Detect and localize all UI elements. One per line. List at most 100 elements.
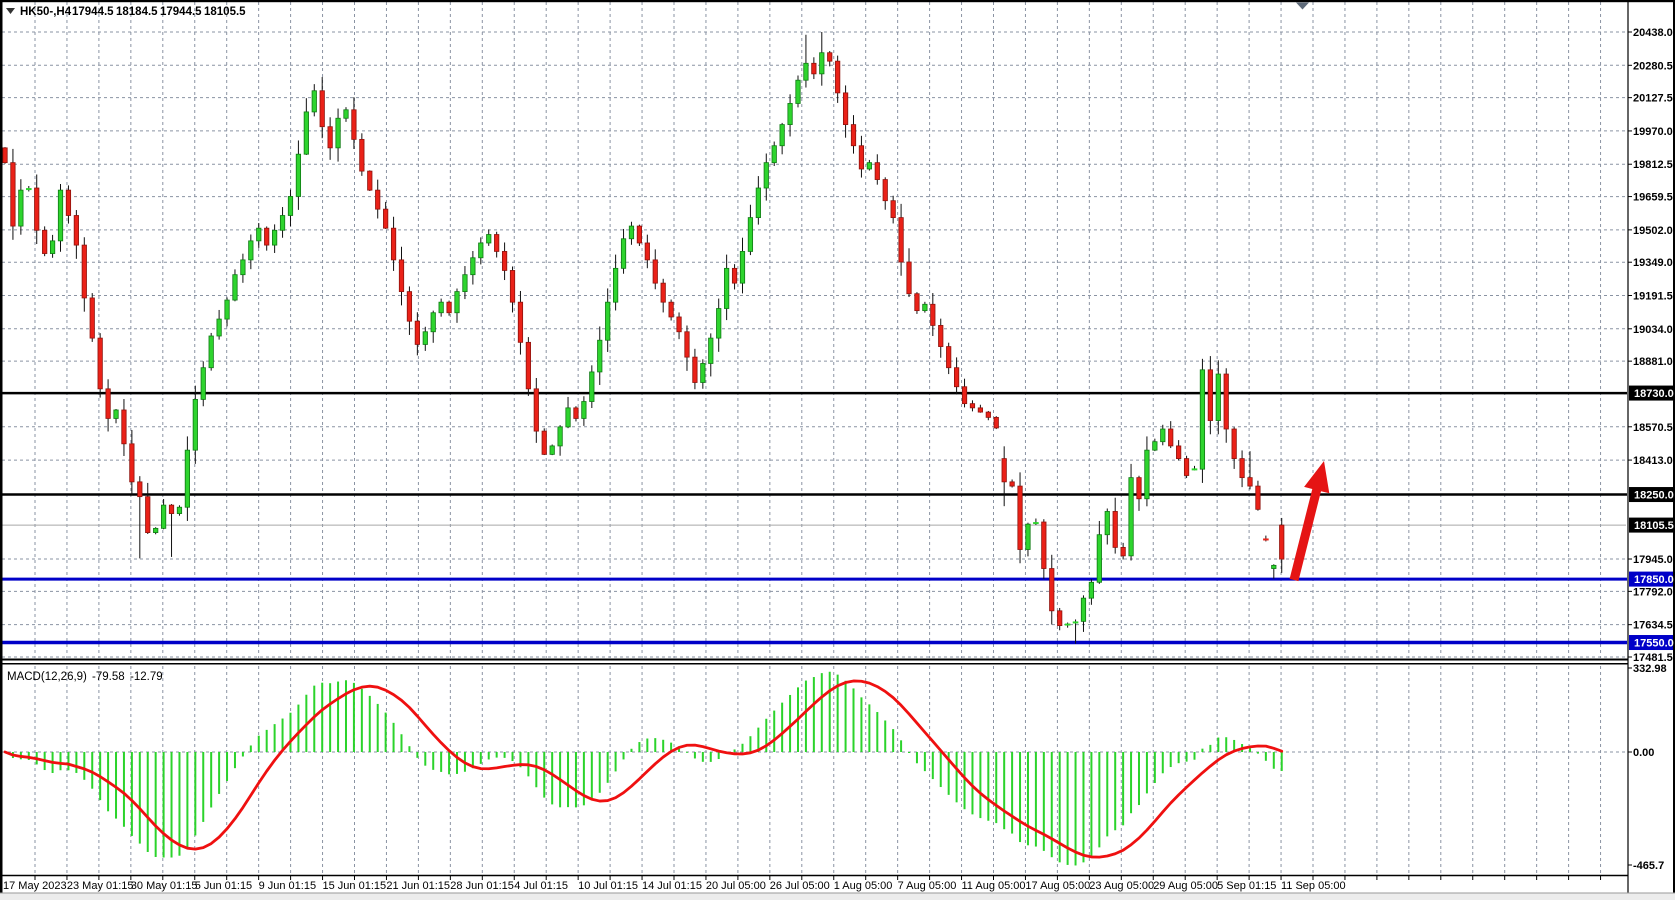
- macd-histogram-bar: [781, 703, 783, 752]
- price-axis[interactable]: 20438.020280.520127.519970.019812.519659…: [1628, 27, 1674, 865]
- macd-histogram-bar: [535, 752, 537, 787]
- candle-body: [978, 408, 982, 412]
- candle-body: [764, 163, 768, 188]
- macd-histogram-bar: [789, 695, 791, 752]
- macd-signal-line: [5, 681, 1282, 857]
- candle-body: [677, 317, 681, 332]
- candle-body: [336, 118, 340, 148]
- macd-histogram-bar: [1082, 752, 1084, 862]
- macd-histogram-bar: [147, 752, 149, 852]
- macd-histogram-bar: [289, 713, 291, 752]
- macd-histogram-bar: [1154, 752, 1156, 783]
- macd-histogram-bar: [329, 683, 331, 752]
- candle-body: [637, 226, 641, 243]
- panel-frame: [0, 0, 1675, 900]
- macd-histogram-bar: [773, 711, 775, 752]
- candle-body: [598, 340, 602, 372]
- candle-body: [1176, 446, 1180, 459]
- time-axis[interactable]: 17 May 202323 May 01:1530 May 01:155 Jun…: [3, 876, 1601, 892]
- candle-body: [701, 363, 705, 382]
- candle-body: [272, 230, 276, 245]
- macd-histogram-bar: [1075, 752, 1077, 865]
- macd-histogram-bar: [892, 729, 894, 752]
- candle-body: [399, 260, 403, 292]
- candle-body: [994, 417, 998, 428]
- macd-histogram-bar: [321, 683, 323, 752]
- date-label: 29 Aug 05:00: [1153, 880, 1218, 892]
- candle-body: [1248, 478, 1252, 486]
- macd-histogram-bar: [813, 677, 815, 752]
- candle-body: [280, 215, 284, 230]
- candle-body: [50, 241, 54, 254]
- candle-body: [169, 505, 173, 513]
- macd-histogram-bar: [1122, 752, 1124, 825]
- mt4-chart-window: 20438.020280.520127.519970.019812.519659…: [0, 0, 1675, 900]
- macd-histogram-bar: [646, 739, 648, 752]
- macd-histogram-bar: [630, 749, 632, 752]
- macd-histogram-bar: [393, 723, 395, 752]
- macd-histogram-bar: [749, 736, 751, 752]
- date-label: 15 Jun 01:15: [323, 880, 387, 892]
- annotations[interactable]: [1290, 461, 1330, 581]
- price-tick-label: 17792.0: [1633, 586, 1673, 598]
- macd-histogram-bar: [638, 742, 640, 752]
- candle-body: [161, 505, 165, 528]
- candle-body: [106, 389, 110, 419]
- macd-histogram-bar: [575, 752, 577, 807]
- candle-body: [431, 313, 435, 332]
- date-label: 10 Jul 01:15: [578, 880, 638, 892]
- macd-histogram-bar: [868, 704, 870, 752]
- macd-histogram-bar: [401, 734, 403, 752]
- trend-arrow[interactable]: [1290, 461, 1330, 581]
- macd-histogram-bar: [654, 738, 656, 752]
- level-price-label: 17850.0: [1634, 574, 1674, 586]
- price-tick-label: 18881.0: [1633, 356, 1673, 368]
- candle-body: [487, 235, 491, 243]
- date-label: 23 May 01:15: [67, 880, 134, 892]
- date-label: 28 Jun 01:15: [450, 880, 514, 892]
- macd-histogram-bar: [1186, 752, 1188, 762]
- macd-histogram-bar: [266, 730, 268, 752]
- candle-body: [1050, 569, 1054, 611]
- candle-body: [153, 528, 157, 532]
- symbol-dropdown-icon[interactable]: [6, 8, 15, 14]
- macd-histogram-bar: [226, 752, 228, 781]
- candle-body: [320, 91, 324, 127]
- candle-body: [257, 228, 261, 241]
- macd-histogram-bar: [551, 752, 553, 804]
- candle-body: [669, 302, 673, 317]
- candle-body: [661, 283, 665, 302]
- macd-histogram-bar: [1059, 752, 1061, 862]
- macd-histogram-bar: [1194, 752, 1196, 760]
- date-label: 17 Aug 05:00: [1025, 880, 1090, 892]
- candle-body: [391, 228, 395, 260]
- macd-histogram-bar: [60, 752, 62, 770]
- macd-histogram-bar: [1257, 752, 1259, 754]
- macd-histogram-bar: [1114, 752, 1116, 830]
- candle-body: [574, 408, 578, 419]
- macd-histogram-bar: [250, 745, 252, 752]
- price-tick-label: 19191.5: [1633, 291, 1673, 303]
- candle-body: [312, 91, 316, 112]
- candle-body: [1256, 486, 1260, 509]
- macd-histogram-bar: [1225, 737, 1227, 752]
- macd-histogram-bar: [805, 681, 807, 752]
- macd-histogram-bar: [369, 696, 371, 752]
- candle-body: [1026, 524, 1030, 549]
- candle-body: [407, 292, 411, 322]
- candle-body: [502, 251, 506, 270]
- macd-histogram-bar: [607, 752, 609, 783]
- candle-body: [1200, 370, 1204, 469]
- candle-body: [812, 63, 816, 74]
- candle-body: [1002, 459, 1006, 482]
- price-tick-label: 19502.0: [1633, 225, 1673, 237]
- macd-histogram-bar: [83, 752, 85, 780]
- macd-histogram-bar: [408, 746, 410, 752]
- candle-body: [709, 338, 713, 363]
- candle-body: [946, 347, 950, 368]
- date-label: 26 Jul 05:00: [770, 880, 830, 892]
- candle-body: [645, 243, 649, 260]
- macd-histogram-bar: [615, 752, 617, 771]
- macd-histogram-bar: [1209, 745, 1211, 752]
- candle-body: [653, 260, 657, 283]
